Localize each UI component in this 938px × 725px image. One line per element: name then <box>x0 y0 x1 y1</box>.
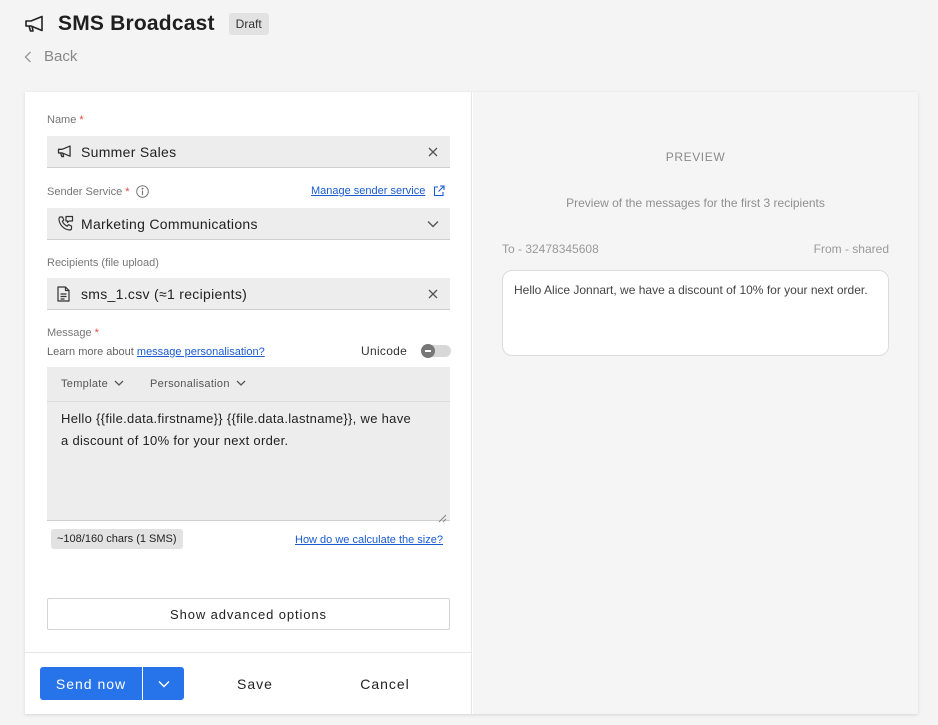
form-panel: Name * Summer Sales Sender Service * Man… <box>25 92 472 714</box>
required-mark: * <box>125 185 130 198</box>
broadcast-card: Name * Summer Sales Sender Service * Man… <box>25 92 918 714</box>
clear-icon[interactable] <box>426 145 440 159</box>
chevron-down-icon <box>236 380 246 388</box>
send-button-group: Send now <box>40 667 184 700</box>
cancel-button[interactable]: Cancel <box>355 667 415 700</box>
preview-title: PREVIEW <box>665 150 726 164</box>
manage-sender-link[interactable]: Manage sender service <box>311 185 445 197</box>
message-toolbar: Template Personalisation <box>47 367 450 402</box>
preview-message-bubble: Hello Alice Jonnart, we have a discount … <box>502 270 889 356</box>
template-dropdown[interactable]: Template <box>61 378 124 390</box>
required-mark: * <box>94 327 99 339</box>
chevron-down-icon <box>114 380 124 388</box>
sender-service-select[interactable]: Marketing Communications <box>47 208 450 240</box>
save-button[interactable]: Save <box>235 667 275 700</box>
page-header: SMS Broadcast Draft <box>24 10 269 38</box>
back-link[interactable]: Back <box>24 48 77 65</box>
char-count-badge: ~108/160 chars (1 SMS) <box>51 529 183 549</box>
personalisation-help: Learn more about message personalisation… <box>47 346 265 358</box>
resize-handle-icon[interactable] <box>438 508 447 523</box>
sender-service-value: Marketing Communications <box>81 215 258 232</box>
recipients-value: sms_1.csv (≈1 recipients) <box>81 285 248 302</box>
send-now-button[interactable]: Send now <box>40 667 142 700</box>
status-badge: Draft <box>228 13 269 35</box>
chevron-down-icon <box>158 675 170 693</box>
preview-to: To - 32478345608 <box>502 242 599 256</box>
page-title: SMS Broadcast <box>58 12 215 35</box>
preview-subtitle: Preview of the messages for the first 3 … <box>566 196 825 210</box>
message-line: a discount of 10% for your next order. <box>61 433 289 448</box>
sender-service-label: Sender Service * <box>47 185 149 198</box>
name-label: Name * <box>47 114 84 126</box>
megaphone-icon <box>24 12 48 36</box>
megaphone-icon <box>57 143 75 161</box>
message-label: Message * <box>47 327 99 339</box>
preview-from: From - shared <box>813 242 889 256</box>
form-footer: Send now Save Cancel <box>25 652 472 714</box>
external-link-icon <box>433 185 445 197</box>
personalisation-dropdown[interactable]: Personalisation <box>150 378 246 390</box>
info-icon[interactable] <box>135 185 149 198</box>
clear-icon[interactable] <box>426 287 440 301</box>
chevron-down-icon[interactable] <box>426 217 440 231</box>
calc-size-link[interactable]: How do we calculate the size? <box>295 534 443 546</box>
recipients-label: Recipients (file upload) <box>47 257 159 269</box>
send-options-dropdown[interactable] <box>142 667 184 700</box>
chevron-left-icon <box>24 50 34 64</box>
required-mark: * <box>79 114 84 126</box>
show-advanced-button[interactable]: Show advanced options <box>47 598 450 630</box>
recipients-field[interactable]: sms_1.csv (≈1 recipients) <box>47 278 450 310</box>
message-line: Hello {{file.data.firstname}} {{file.dat… <box>61 411 412 426</box>
unicode-toggle[interactable] <box>421 344 452 358</box>
preview-panel: PREVIEW Preview of the messages for the … <box>473 92 918 714</box>
name-field[interactable]: Summer Sales <box>47 136 450 168</box>
back-label: Back <box>44 48 78 65</box>
unicode-label: Unicode <box>361 344 408 358</box>
personalisation-link[interactable]: message personalisation? <box>137 346 265 358</box>
message-textarea[interactable]: Hello {{file.data.firstname}} {{file.dat… <box>47 402 450 523</box>
unicode-toggle-row: Unicode <box>361 344 452 358</box>
name-value: Summer Sales <box>81 143 177 160</box>
phone-chat-icon <box>57 215 75 233</box>
file-icon <box>57 285 75 303</box>
